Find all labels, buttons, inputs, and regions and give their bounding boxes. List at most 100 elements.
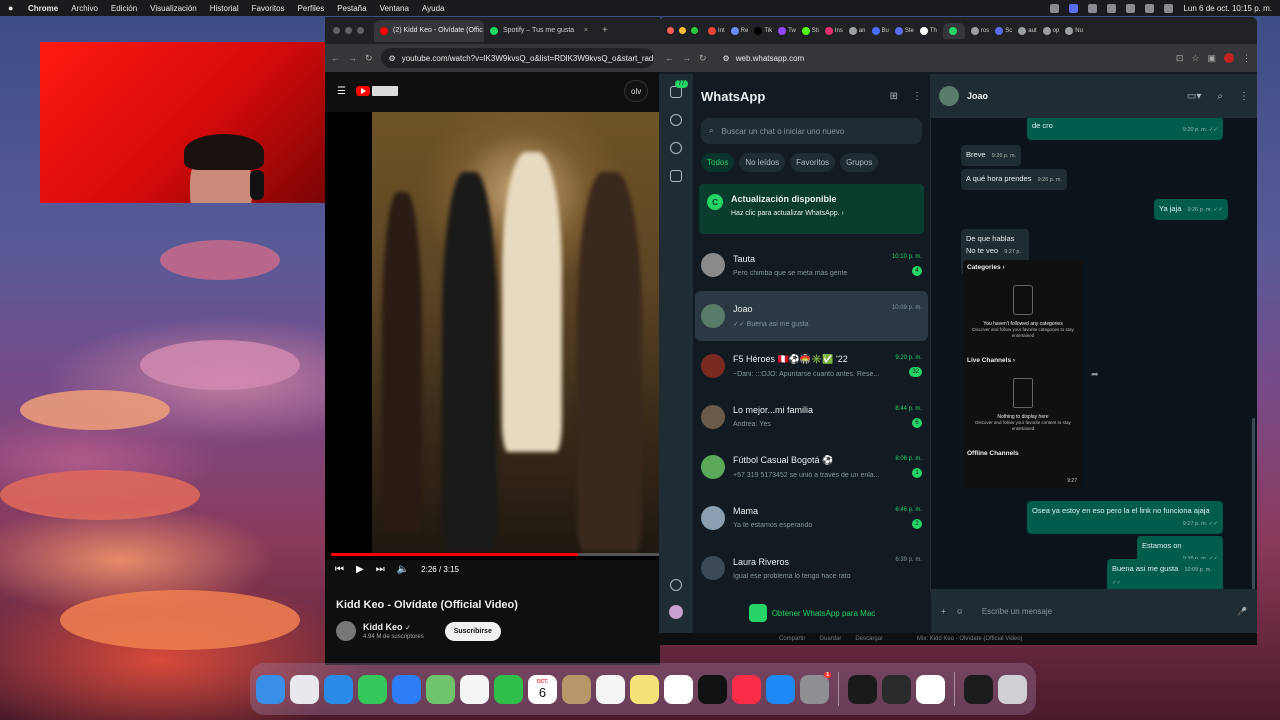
mix-label[interactable]: Mix: Kidd Keo - Olvídate (Official Video… <box>917 636 1023 642</box>
window-controls[interactable] <box>333 27 364 34</box>
apple-icon[interactable]: ● <box>8 3 18 13</box>
media-attachment[interactable]: Categories › You haven't followed any ca… <box>963 260 1083 488</box>
facetime-icon[interactable] <box>494 674 523 704</box>
install-icon[interactable]: ⊡ <box>1176 53 1184 64</box>
menu-icon[interactable]: ⋮ <box>1239 91 1249 102</box>
chrome-icon[interactable] <box>916 674 945 704</box>
scrollbar[interactable] <box>1252 418 1255 589</box>
bookmark-icon[interactable]: ☆ <box>1191 53 1199 64</box>
video-call-icon[interactable]: ▭▾ <box>1187 91 1201 102</box>
chat-row[interactable]: Lo mejor...mi familia Andrea: Yes 8:44 p. … <box>693 392 930 443</box>
menu-app-name[interactable]: Chrome <box>28 4 58 13</box>
notes-icon[interactable] <box>630 674 659 704</box>
conversation-header[interactable]: Joao ▭▾ ⌕ ⋮ <box>931 74 1257 118</box>
launchpad-icon[interactable] <box>290 674 319 704</box>
contact-avatar[interactable] <box>939 86 959 106</box>
menu-item[interactable]: Edición <box>111 4 137 13</box>
contacts-icon[interactable] <box>562 674 591 704</box>
tab-1[interactable]: Re <box>730 26 748 35</box>
chat-row[interactable]: Laura Riveros Igual ese problema lo tengo… <box>693 543 930 594</box>
filter-unread[interactable]: No leídos <box>739 153 786 172</box>
filter-all[interactable]: Todos <box>701 153 735 172</box>
microphone-icon[interactable]: 🎤 <box>1237 607 1247 616</box>
tab-6[interactable]: an <box>848 26 866 35</box>
menu-item[interactable]: Historial <box>210 4 239 13</box>
next-icon[interactable]: ⏭ <box>376 564 385 575</box>
tab-9[interactable]: Th <box>919 26 937 35</box>
save-label[interactable]: Guardar <box>819 636 841 642</box>
finder-icon[interactable] <box>256 674 285 704</box>
video-player[interactable] <box>325 112 660 560</box>
share-label[interactable]: Compartir <box>779 636 805 642</box>
message-bubble[interactable]: de cro 9:20 p. m. ✓✓ <box>1027 118 1223 140</box>
message-bubble[interactable]: Ya jaja 9:26 p. m. ✓✓ <box>1154 199 1228 220</box>
window-controls[interactable] <box>667 27 698 34</box>
get-whatsapp-link[interactable]: Obtener WhatsApp para Mac <box>693 593 931 633</box>
piano-icon[interactable] <box>848 674 877 704</box>
site-info-icon[interactable]: ⚙ <box>389 54 396 63</box>
tab-3[interactable]: Tw <box>778 26 796 35</box>
photos-icon[interactable] <box>460 674 489 704</box>
appletv-icon[interactable] <box>698 674 727 704</box>
message-input[interactable]: Escribe un mensaje <box>974 597 1227 625</box>
search-icon[interactable] <box>1126 3 1136 13</box>
play-icon[interactable]: ▶ <box>356 564 364 575</box>
site-info-icon[interactable]: ⚙ <box>723 54 730 63</box>
subscribe-button[interactable]: Suscribirse <box>444 621 501 641</box>
profile-avatar[interactable] <box>669 605 683 619</box>
display-icon[interactable] <box>964 674 993 704</box>
channels-icon[interactable] <box>670 142 682 154</box>
reload-icon[interactable]: ↻ <box>365 53 373 64</box>
url-field[interactable]: ⚙ youtube.com/watch?v=lK3W9kvsQ_o&list=R… <box>380 48 654 68</box>
tab-0[interactable]: Int <box>708 26 725 35</box>
channel-name[interactable]: Kidd Keo <box>363 622 403 632</box>
tab-spotify[interactable]: Spotify – Tus me gusta × <box>484 20 594 42</box>
settings-icon[interactable] <box>670 579 682 591</box>
status-icon[interactable] <box>670 114 682 126</box>
chat-row[interactable]: Mama Ya te estamos esperando 6:46 p. m. 2 <box>693 493 930 544</box>
calendar-icon[interactable]: OCT. 6 <box>528 674 557 704</box>
tab-10[interactable] <box>942 22 965 39</box>
menu-item[interactable]: Ayuda <box>422 4 445 13</box>
menu-item[interactable]: Perfiles <box>298 4 325 13</box>
tab-7[interactable]: Bu <box>871 26 889 35</box>
status-app-icon[interactable] <box>1050 3 1060 13</box>
menu-item[interactable]: Pestaña <box>337 4 366 13</box>
close-tab-icon[interactable]: × <box>584 27 588 34</box>
filter-groups[interactable]: Grupos <box>840 153 879 172</box>
youtube-logo[interactable] <box>355 84 400 98</box>
minimize-button[interactable] <box>679 27 686 34</box>
minimize-button[interactable] <box>345 27 352 34</box>
reminders-icon[interactable] <box>596 674 625 704</box>
chat-row[interactable]: F5 Héroes 🇵🇪⚽🏟️✳️✅ '22 ~Dani: :::OJO: Apu… <box>693 341 930 392</box>
contact-name[interactable]: Joao <box>967 91 988 101</box>
menu-item[interactable]: Archivo <box>71 4 98 13</box>
menu-clock[interactable]: Lun 6 de oct. 10:15 p. m. <box>1183 4 1272 13</box>
update-banner[interactable]: C Actualización disponible Haz clic para… <box>699 184 924 234</box>
control-icon[interactable] <box>1069 3 1079 13</box>
safari-icon[interactable] <box>324 674 353 704</box>
settings-icon[interactable]: 1 <box>800 671 831 704</box>
close-button[interactable] <box>333 27 340 34</box>
siri-icon[interactable] <box>1164 3 1174 13</box>
menu-icon[interactable]: ⋮ <box>912 91 922 102</box>
profile-avatar[interactable] <box>1224 53 1234 63</box>
music-icon[interactable] <box>732 674 761 704</box>
tab-8[interactable]: Ste <box>894 26 914 35</box>
download-label[interactable]: Descargar <box>855 636 883 642</box>
chat-row[interactable]: Tauta Pero chimba que se meta más gente 10… <box>693 240 930 291</box>
messages-icon[interactable] <box>358 674 387 704</box>
message-bubble[interactable]: Buena asi me gusta 10:09 p. m. ✓✓ <box>1107 559 1223 589</box>
channel-avatar[interactable] <box>336 621 356 641</box>
chat-search[interactable]: ⌕ Buscar un chat o iniciar uno nuevo <box>701 118 922 144</box>
zoom-button[interactable] <box>691 27 698 34</box>
zoom-button[interactable] <box>357 27 364 34</box>
extension-icon[interactable]: ▣ <box>1207 53 1216 64</box>
menu-item[interactable]: Ventana <box>380 4 409 13</box>
freeform-icon[interactable] <box>664 674 693 704</box>
close-button[interactable] <box>667 27 674 34</box>
tab-4[interactable]: Sti <box>801 26 819 35</box>
forward-icon[interactable]: ➦ <box>1091 369 1099 380</box>
maps-icon[interactable] <box>426 674 455 704</box>
search-icon[interactable]: ⌕ <box>1217 91 1223 102</box>
